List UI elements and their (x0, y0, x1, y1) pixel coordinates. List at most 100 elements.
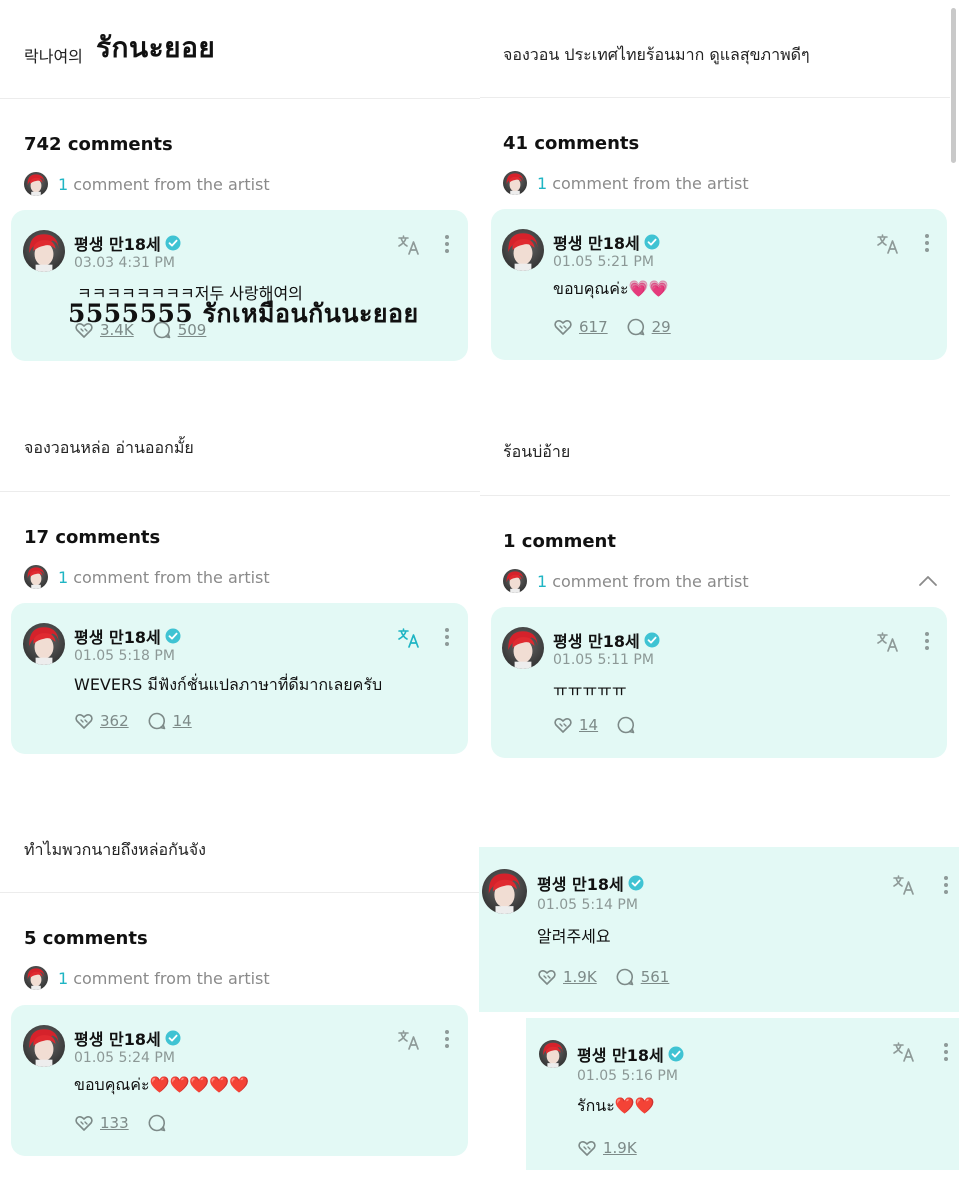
translate-icon[interactable] (892, 1041, 916, 1063)
post-text: ทำไมพวกนายถึงหล่อกันจัง (24, 840, 206, 859)
like-icon[interactable] (577, 1138, 597, 1158)
timestamp: 01.05 5:14 PM (537, 897, 638, 913)
divider (0, 892, 480, 893)
username[interactable]: 평생 만18세 (74, 1026, 181, 1050)
translate-icon[interactable] (397, 1029, 421, 1051)
avatar[interactable] (539, 1040, 567, 1068)
reply-icon[interactable] (147, 1113, 167, 1133)
post-text: จองวอน ประเทศไทยร้อนมาก ดูแลสุขภาพดีๆ (503, 45, 810, 64)
post-text: จองวอนหล่อ อ่านออกมั้ย (24, 438, 194, 457)
artist-comment-card: 평생 만18세 01.05 5:11 PM ㅠㅠㅠㅠㅠ 14 (491, 607, 947, 758)
translate-icon[interactable] (397, 627, 421, 649)
artist-comment-label: comment from the artist (73, 968, 270, 988)
artist-comment-label: comment from the artist (73, 174, 270, 194)
username-text: 평생 만18세 (74, 1030, 161, 1049)
timestamp: 01.05 5:21 PM (553, 254, 654, 270)
translate-icon[interactable] (876, 631, 900, 653)
artist-comment-label: comment from the artist (552, 571, 749, 591)
comment-text: ขอบคุณค่ะ💗💗 (553, 277, 668, 302)
artist-comment-toggle[interactable]: 1 comment from the artist (503, 569, 749, 593)
heart-emojis: ❤️❤️ (614, 1096, 655, 1115)
username-text: 평생 만18세 (537, 875, 624, 894)
username[interactable]: 평생 만18세 (553, 628, 660, 652)
artist-comment-toggle[interactable]: 1 comment from the artist (503, 171, 749, 195)
avatar[interactable] (502, 229, 544, 271)
username[interactable]: 평생 만18세 (577, 1042, 684, 1066)
comment-count: 17 comments (24, 527, 161, 548)
avatar[interactable] (502, 627, 544, 669)
reply-icon[interactable] (615, 967, 635, 987)
chevron-up-icon[interactable] (918, 575, 938, 587)
comment-count: 1 comment (503, 531, 616, 552)
artist-comment-toggle[interactable]: 1 comment from the artist (24, 172, 270, 196)
verified-badge-icon (644, 234, 660, 250)
reply-icon[interactable] (147, 711, 167, 731)
more-vertical-icon[interactable] (445, 1030, 449, 1051)
artist-comment-count: 1 (58, 174, 69, 194)
artist-comment-card: 평생 만18세 01.05 5:24 PM ขอบคุณค่ะ❤️❤️❤️❤️❤… (11, 1005, 468, 1156)
avatar[interactable] (482, 869, 527, 914)
comment-stats: 617 29 (553, 317, 689, 337)
like-icon[interactable] (537, 967, 557, 987)
comment-text: รักนะ❤️❤️ (577, 1094, 655, 1119)
artist-comment-card: 평생 만18세 01.05 5:14 PM 알려주세요 1.9K 561 (479, 847, 959, 1012)
like-count[interactable]: 1.9K (563, 968, 597, 986)
username[interactable]: 평생 만18세 (537, 871, 644, 895)
avatar[interactable] (23, 1025, 65, 1067)
like-count[interactable]: 14 (579, 716, 598, 734)
reply-icon[interactable] (616, 715, 636, 735)
like-count[interactable]: 133 (100, 1114, 129, 1132)
artist-reply-card: 평생 만18세 01.05 5:16 PM รักนะ❤️❤️ 1.9K (526, 1018, 959, 1170)
more-vertical-icon[interactable] (925, 234, 929, 255)
translate-icon[interactable] (876, 233, 900, 255)
verified-badge-icon (628, 875, 644, 891)
more-vertical-icon[interactable] (445, 235, 449, 256)
like-count[interactable]: 362 (100, 712, 129, 730)
avatar (503, 171, 527, 195)
artist-comment-toggle[interactable]: 1 comment from the artist (24, 565, 270, 589)
like-icon[interactable] (553, 715, 573, 735)
more-vertical-icon[interactable] (925, 632, 929, 653)
translate-icon[interactable] (892, 874, 916, 896)
comment-text: ขอบคุณค่ะ❤️❤️❤️❤️❤️ (74, 1073, 249, 1098)
reply-icon[interactable] (626, 317, 646, 337)
comment-count: 5 comments (24, 928, 148, 949)
divider (0, 491, 480, 492)
avatar (24, 565, 48, 589)
more-vertical-icon[interactable] (944, 876, 948, 897)
comment-text-body: รักนะ (577, 1096, 615, 1115)
verified-badge-icon (668, 1046, 684, 1062)
more-vertical-icon[interactable] (445, 628, 449, 649)
like-icon[interactable] (553, 317, 573, 337)
avatar[interactable] (23, 230, 65, 272)
timestamp: 01.05 5:24 PM (74, 1050, 175, 1066)
like-count[interactable]: 1.9K (603, 1139, 637, 1157)
like-icon[interactable] (74, 1113, 94, 1133)
like-icon[interactable] (74, 711, 94, 731)
translate-icon[interactable] (397, 234, 421, 256)
username[interactable]: 평생 만18세 (74, 624, 181, 648)
more-vertical-icon[interactable] (944, 1043, 948, 1064)
username-text: 평생 만18세 (553, 234, 640, 253)
reply-count[interactable]: 561 (641, 968, 670, 986)
artist-comment-card: 평생 만18세 01.05 5:21 PM ขอบคุณค่ะ💗💗 617 29 (491, 209, 947, 360)
comment-count: 41 comments (503, 133, 640, 154)
comment-text: WEVERS มีฟังก์ชั่นแปลภาษาที่ดีมากเลยครับ (74, 675, 383, 694)
comment-count: 742 comments (24, 134, 173, 155)
like-count[interactable]: 617 (579, 318, 608, 336)
reply-count[interactable]: 29 (652, 318, 671, 336)
scrollbar[interactable] (951, 8, 956, 163)
heart-emojis: ❤️❤️❤️❤️❤️ (149, 1075, 250, 1094)
verified-badge-icon (165, 628, 181, 644)
username[interactable]: 평생 만18세 (74, 231, 181, 255)
username[interactable]: 평생 만18세 (553, 230, 660, 254)
username-text: 평생 만18세 (74, 628, 161, 647)
avatar[interactable] (23, 623, 65, 665)
artist-comment-toggle[interactable]: 1 comment from the artist (24, 966, 270, 990)
reply-count[interactable]: 14 (173, 712, 192, 730)
comment-text: ㅠㅠㅠㅠㅠ (553, 681, 627, 700)
artist-comment-count: 1 (537, 173, 548, 193)
verified-badge-icon (165, 235, 181, 251)
avatar (503, 569, 527, 593)
comment-stats: 14 (553, 715, 636, 735)
